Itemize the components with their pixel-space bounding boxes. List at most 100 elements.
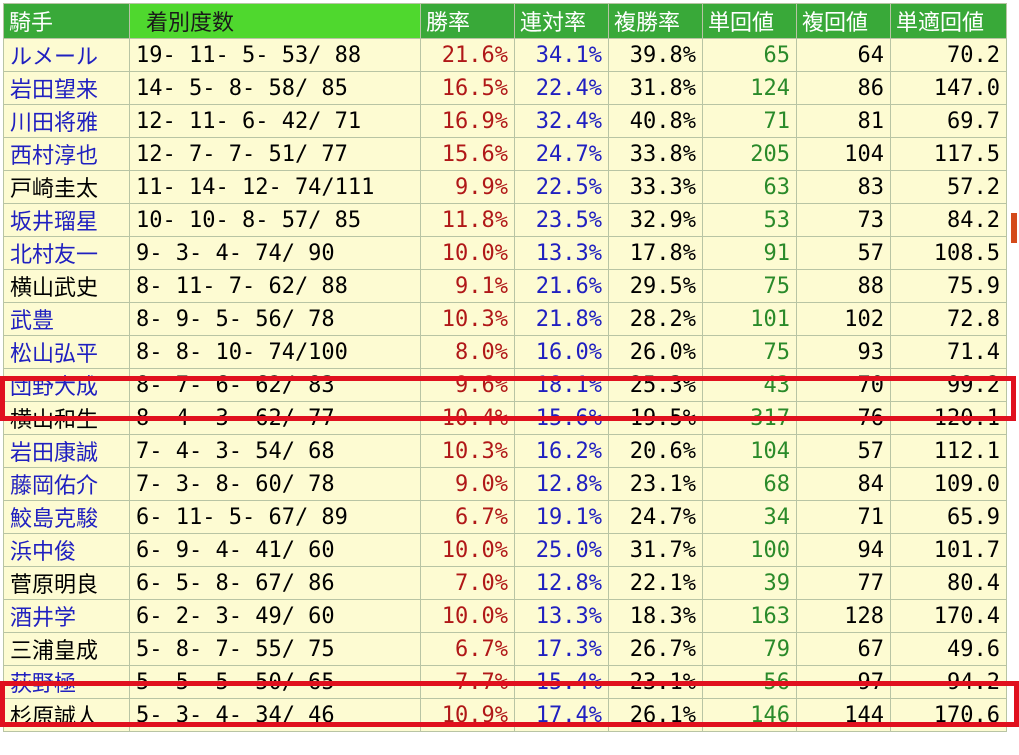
cell-tansho: 100 bbox=[702, 533, 797, 567]
header-record[interactable]: 着別度数 bbox=[129, 3, 421, 39]
header-adjusted-return[interactable]: 単適回値 bbox=[890, 3, 1007, 39]
cell-fukusho: 102 bbox=[796, 302, 891, 336]
cell-place: 25.0% bbox=[514, 533, 609, 567]
cell-record: 10- 10- 8- 57/ 85 bbox=[129, 203, 421, 237]
cell-fukusho: 128 bbox=[796, 599, 891, 633]
table-row: 北村友一 9- 3- 4- 74/ 90 10.0% 13.3% 17.8% 91 57 1… bbox=[3, 236, 1007, 270]
table-row: ルメール 19- 11- 5- 53/ 88 21.6% 34.1% 39.8% 65 64… bbox=[3, 38, 1007, 72]
cell-tansho: 71 bbox=[702, 104, 797, 138]
table-row: 酒井学 6- 2- 3- 49/ 60 10.0% 13.3% 18.3% 163 128… bbox=[3, 599, 1007, 633]
jockey-name-link[interactable]: 酒井学 bbox=[3, 599, 130, 633]
cell-record: 14- 5- 8- 58/ 85 bbox=[129, 71, 421, 105]
jockey-name-link[interactable]: ルメール bbox=[3, 38, 130, 72]
header-win-return[interactable]: 単回値 bbox=[702, 3, 797, 39]
cell-win: 9.0% bbox=[420, 467, 515, 501]
cell-tekisei: 49.6 bbox=[890, 632, 1007, 666]
cell-fukusho: 70 bbox=[796, 368, 891, 402]
cell-show: 40.8% bbox=[608, 104, 703, 138]
cell-win: 9.1% bbox=[420, 269, 515, 303]
cell-tansho: 146 bbox=[702, 698, 797, 732]
header-place-rate[interactable]: 連対率 bbox=[514, 3, 609, 39]
cell-tansho: 63 bbox=[702, 170, 797, 204]
cell-record: 8- 11- 7- 62/ 88 bbox=[129, 269, 421, 303]
cell-win: 10.3% bbox=[420, 302, 515, 336]
cell-tansho: 163 bbox=[702, 599, 797, 633]
cell-record: 7- 4- 3- 54/ 68 bbox=[129, 434, 421, 468]
table-row: 荻野極 5- 5- 5- 50/ 65 7.7% 15.4% 23.1% 56 97 94.… bbox=[3, 665, 1007, 699]
cell-win: 6.7% bbox=[420, 500, 515, 534]
jockey-name-link[interactable]: 武豊 bbox=[3, 302, 130, 336]
cell-win: 7.7% bbox=[420, 665, 515, 699]
cell-record: 8- 9- 5- 56/ 78 bbox=[129, 302, 421, 336]
cell-place: 16.2% bbox=[514, 434, 609, 468]
cell-tekisei: 112.1 bbox=[890, 434, 1007, 468]
cell-tansho: 56 bbox=[702, 665, 797, 699]
cell-tansho: 79 bbox=[702, 632, 797, 666]
header-show-rate[interactable]: 複勝率 bbox=[608, 3, 703, 39]
cell-tekisei: 170.4 bbox=[890, 599, 1007, 633]
cell-tekisei: 147.0 bbox=[890, 71, 1007, 105]
cell-place: 22.4% bbox=[514, 71, 609, 105]
cell-tekisei: 65.9 bbox=[890, 500, 1007, 534]
table-row: 松山弘平 8- 8- 10- 74/100 8.0% 16.0% 26.0% 75 93 7… bbox=[3, 335, 1007, 369]
cell-record: 11- 14- 12- 74/111 bbox=[129, 170, 421, 204]
cell-tekisei: 99.2 bbox=[890, 368, 1007, 402]
table-row: 横山武史 8- 11- 7- 62/ 88 9.1% 21.6% 29.5% 75 88 7… bbox=[3, 269, 1007, 303]
cell-win: 10.0% bbox=[420, 236, 515, 270]
cell-tansho: 124 bbox=[702, 71, 797, 105]
jockey-name-link[interactable]: 岩田望来 bbox=[3, 71, 130, 105]
jockey-name: 横山和生 bbox=[3, 401, 130, 435]
cell-win: 10.0% bbox=[420, 533, 515, 567]
cell-place: 23.5% bbox=[514, 203, 609, 237]
cell-place: 15.4% bbox=[514, 665, 609, 699]
header-jockey[interactable]: 騎手 bbox=[3, 3, 130, 39]
header-row: 騎手 着別度数 勝率 連対率 複勝率 単回値 複回値 単適回値 bbox=[3, 3, 1007, 39]
cell-win: 8.0% bbox=[420, 335, 515, 369]
jockey-name-link[interactable]: 川田将雅 bbox=[3, 104, 130, 138]
jockey-name-link[interactable]: 荻野極 bbox=[3, 665, 130, 699]
cell-place: 15.6% bbox=[514, 401, 609, 435]
cell-fukusho: 144 bbox=[796, 698, 891, 732]
table-row: 戸崎圭太 11- 14- 12- 74/111 9.9% 22.5% 33.3% 63 83… bbox=[3, 170, 1007, 204]
jockey-stats-view: 騎手 着別度数 勝率 連対率 複勝率 単回値 複回値 単適回値 ルメール 19- … bbox=[0, 0, 1019, 755]
jockey-name-link[interactable]: 藤岡佑介 bbox=[3, 467, 130, 501]
cell-win: 10.3% bbox=[420, 434, 515, 468]
jockey-name: 菅原明良 bbox=[3, 566, 130, 600]
cell-show: 23.1% bbox=[608, 665, 703, 699]
cell-place: 13.3% bbox=[514, 236, 609, 270]
cell-tekisei: 72.8 bbox=[890, 302, 1007, 336]
cell-tansho: 101 bbox=[702, 302, 797, 336]
cell-record: 8- 8- 10- 74/100 bbox=[129, 335, 421, 369]
cell-win: 6.7% bbox=[420, 632, 515, 666]
jockey-name-link[interactable]: 団野大成 bbox=[3, 368, 130, 402]
cell-show: 33.3% bbox=[608, 170, 703, 204]
cell-tekisei: 80.4 bbox=[890, 566, 1007, 600]
cell-show: 19.5% bbox=[608, 401, 703, 435]
cell-place: 18.1% bbox=[514, 368, 609, 402]
cell-fukusho: 93 bbox=[796, 335, 891, 369]
jockey-name-link[interactable]: 松山弘平 bbox=[3, 335, 130, 369]
cell-tansho: 43 bbox=[702, 368, 797, 402]
cell-win: 15.6% bbox=[420, 137, 515, 171]
cell-fukusho: 94 bbox=[796, 533, 891, 567]
table-row: 坂井瑠星 10- 10- 8- 57/ 85 11.8% 23.5% 32.9% 53 73… bbox=[3, 203, 1007, 237]
cell-tansho: 205 bbox=[702, 137, 797, 171]
cell-place: 17.3% bbox=[514, 632, 609, 666]
jockey-name-link[interactable]: 岩田康誠 bbox=[3, 434, 130, 468]
header-show-return[interactable]: 複回値 bbox=[796, 3, 891, 39]
jockey-name-link[interactable]: 鮫島克駿 bbox=[3, 500, 130, 534]
header-win-rate[interactable]: 勝率 bbox=[420, 3, 515, 39]
cell-tansho: 34 bbox=[702, 500, 797, 534]
jockey-name: 三浦皇成 bbox=[3, 632, 130, 666]
cell-fukusho: 57 bbox=[796, 434, 891, 468]
jockey-name: 戸崎圭太 bbox=[3, 170, 130, 204]
cell-fukusho: 57 bbox=[796, 236, 891, 270]
cell-win: 11.8% bbox=[420, 203, 515, 237]
jockey-name-link[interactable]: 北村友一 bbox=[3, 236, 130, 270]
jockey-name-link[interactable]: 浜中俊 bbox=[3, 533, 130, 567]
cell-show: 28.2% bbox=[608, 302, 703, 336]
table-row: 岩田康誠 7- 4- 3- 54/ 68 10.3% 16.2% 20.6% 104 57… bbox=[3, 434, 1007, 468]
cell-tekisei: 94.2 bbox=[890, 665, 1007, 699]
jockey-name-link[interactable]: 坂井瑠星 bbox=[3, 203, 130, 237]
jockey-name-link[interactable]: 西村淳也 bbox=[3, 137, 130, 171]
